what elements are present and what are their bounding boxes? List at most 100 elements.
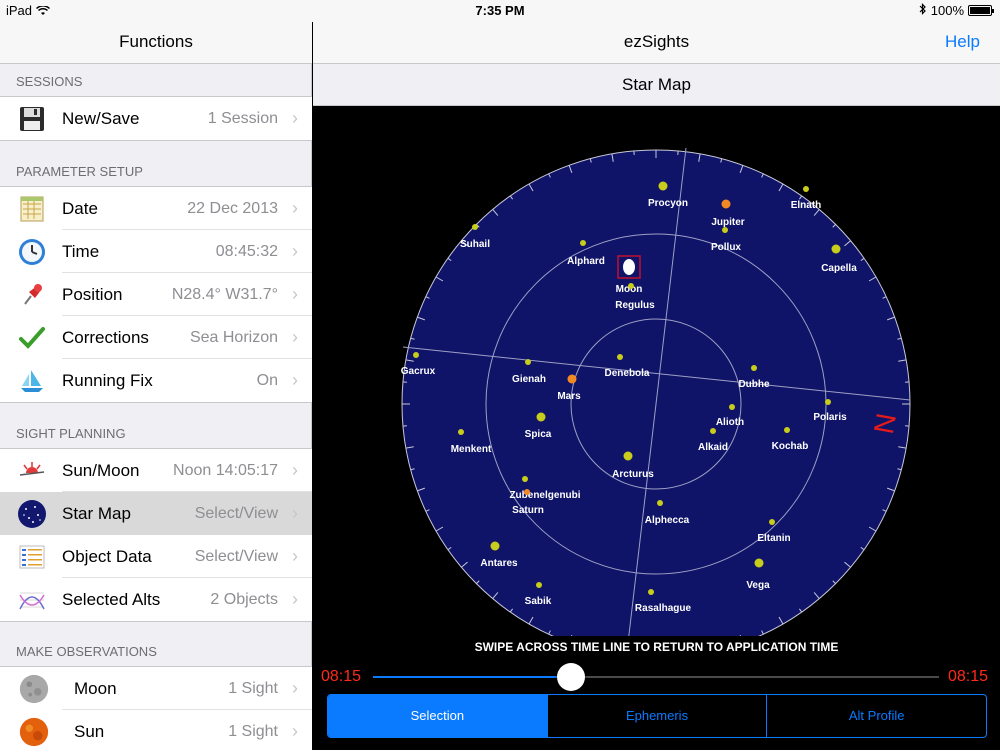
body-label-regulus: Regulus (615, 300, 655, 311)
row-running-fix[interactable]: Running Fix On › (0, 359, 312, 402)
star-marker-rasalhague[interactable] (648, 589, 654, 595)
body-label-pollux: Pollux (711, 242, 741, 253)
page-title: Star Map (313, 64, 1000, 106)
chevron-right-icon: › (292, 460, 298, 480)
star-map-chart[interactable]: Procyon Jupiter Elnath Pollux Capella Suhail A… (313, 106, 1000, 636)
row-star-map[interactable]: Star Map Select/View › (0, 492, 312, 535)
moon-icon (18, 673, 50, 705)
sunrise-icon (16, 455, 48, 487)
body-label-rasalhague: Rasalhague (635, 603, 692, 614)
timeline-track[interactable] (373, 676, 939, 678)
battery-percent: 100% (930, 3, 964, 18)
body-label-procyon: Procyon (648, 198, 688, 209)
chevron-right-icon: › (292, 108, 298, 128)
body-label-sabik: Sabik (525, 596, 552, 607)
body-label-alphard: Alphard (567, 256, 605, 267)
star-marker-arcturus[interactable] (623, 451, 633, 461)
star-marker-alphecca[interactable] (657, 500, 663, 506)
row-moon[interactable]: Moon 1 Sight › (0, 667, 312, 710)
section-sessions: SESSIONS (16, 74, 83, 89)
star-marker-regulus[interactable] (628, 283, 634, 289)
body-label-menkent: Menkent (451, 444, 492, 455)
section-parameter-setup: PARAMETER SETUP (16, 164, 143, 179)
row-label: New/Save (62, 108, 140, 128)
status-right: 100% (919, 3, 994, 18)
star-marker-denebola[interactable] (617, 354, 623, 360)
planet-marker-saturn[interactable] (524, 489, 530, 495)
star-marker-kochab[interactable] (784, 427, 790, 433)
row-object-data[interactable]: Object Data Select/View › (0, 535, 312, 578)
row-date[interactable]: Date 22 Dec 2013 › (0, 187, 312, 230)
star-marker-zubenelgenubi[interactable] (522, 476, 528, 482)
bluetooth-icon (919, 3, 927, 18)
sailboat-icon (16, 365, 48, 397)
tab-ephemeris[interactable]: Ephemeris (548, 695, 768, 737)
moon-marker[interactable] (623, 259, 635, 275)
star-marker-procyon[interactable] (658, 181, 668, 191)
row-value: 2 Objects (210, 590, 278, 608)
battery-icon (968, 5, 994, 16)
floppy-disk-icon (16, 103, 48, 135)
chevron-right-icon: › (292, 721, 298, 741)
row-label: Sun (74, 721, 105, 741)
timeline-slider-handle[interactable] (557, 663, 586, 691)
star-marker-alkaid[interactable] (710, 428, 716, 434)
star-marker-gacrux[interactable] (413, 352, 419, 358)
star-marker-vega[interactable] (754, 558, 764, 568)
star-marker-polaris[interactable] (825, 399, 831, 405)
clock-icon (16, 236, 48, 268)
star-marker-dubhe[interactable] (751, 365, 757, 371)
help-button[interactable]: Help (945, 22, 980, 62)
star-marker-capella[interactable] (831, 244, 841, 254)
row-position[interactable]: Position N28.4° W31.7° › (0, 273, 312, 316)
planet-marker-mars[interactable] (567, 374, 577, 384)
star-map-icon (16, 498, 48, 530)
star-marker-pollux[interactable] (722, 227, 728, 233)
tab-alt-profile[interactable]: Alt Profile (767, 695, 986, 737)
functions-title: Functions (0, 22, 312, 64)
functions-sidebar: Functions SESSIONS New/Save 1 Session › … (0, 0, 312, 750)
row-sun[interactable]: Sun 1 Sight › (0, 710, 312, 750)
checkmark-icon (16, 322, 48, 354)
planet-marker-jupiter[interactable] (721, 199, 731, 209)
star-marker-elnath[interactable] (803, 186, 809, 192)
row-label: Date (62, 198, 98, 218)
body-label-saturn: Saturn (512, 505, 544, 516)
body-label-eltanin: Eltanin (757, 533, 790, 544)
star-marker-suhail[interactable] (472, 224, 478, 230)
row-corrections[interactable]: Corrections Sea Horizon › (0, 316, 312, 359)
star-marker-antares[interactable] (490, 541, 500, 551)
calendar-icon (16, 193, 48, 225)
star-marker-sabik[interactable] (536, 582, 542, 588)
body-label-zubenelgenubi: Zubenelgenubi (509, 490, 580, 501)
star-marker-menkent[interactable] (458, 429, 464, 435)
row-value: Noon 14:05:17 (173, 461, 278, 479)
row-label: Selected Alts (62, 589, 161, 609)
body-label-vega: Vega (746, 580, 770, 591)
chevron-right-icon: › (292, 241, 298, 261)
star-marker-alioth[interactable] (729, 404, 735, 410)
row-time[interactable]: Time 08:45:32 › (0, 230, 312, 273)
body-label-gacrux: Gacrux (401, 366, 436, 377)
tab-selection[interactable]: Selection (328, 695, 548, 737)
chevron-right-icon: › (292, 284, 298, 304)
row-value: Select/View (194, 547, 278, 565)
view-segmented-control: Selection Ephemeris Alt Profile (327, 694, 987, 738)
row-sun-moon[interactable]: Sun/Moon Noon 14:05:17 › (0, 449, 312, 492)
body-label-alphecca: Alphecca (645, 515, 690, 526)
body-label-gienah: Gienah (512, 374, 546, 385)
star-marker-spica[interactable] (536, 412, 546, 422)
star-marker-gienah[interactable] (525, 359, 531, 365)
row-value: 22 Dec 2013 (187, 199, 278, 217)
timeline-end-time: 08:15 (947, 668, 988, 685)
row-label: Running Fix (62, 370, 153, 390)
body-label-mars: Mars (557, 391, 581, 402)
star-marker-alphard[interactable] (580, 240, 586, 246)
row-label: Moon (74, 678, 117, 698)
status-time: 7:35 PM (475, 3, 525, 18)
star-marker-eltanin[interactable] (769, 519, 775, 525)
chevron-right-icon: › (292, 370, 298, 390)
row-new-save[interactable]: New/Save 1 Session › (0, 97, 312, 140)
row-selected-alts[interactable]: Selected Alts 2 Objects › (0, 578, 312, 621)
row-value: N28.4° W31.7° (171, 285, 278, 303)
